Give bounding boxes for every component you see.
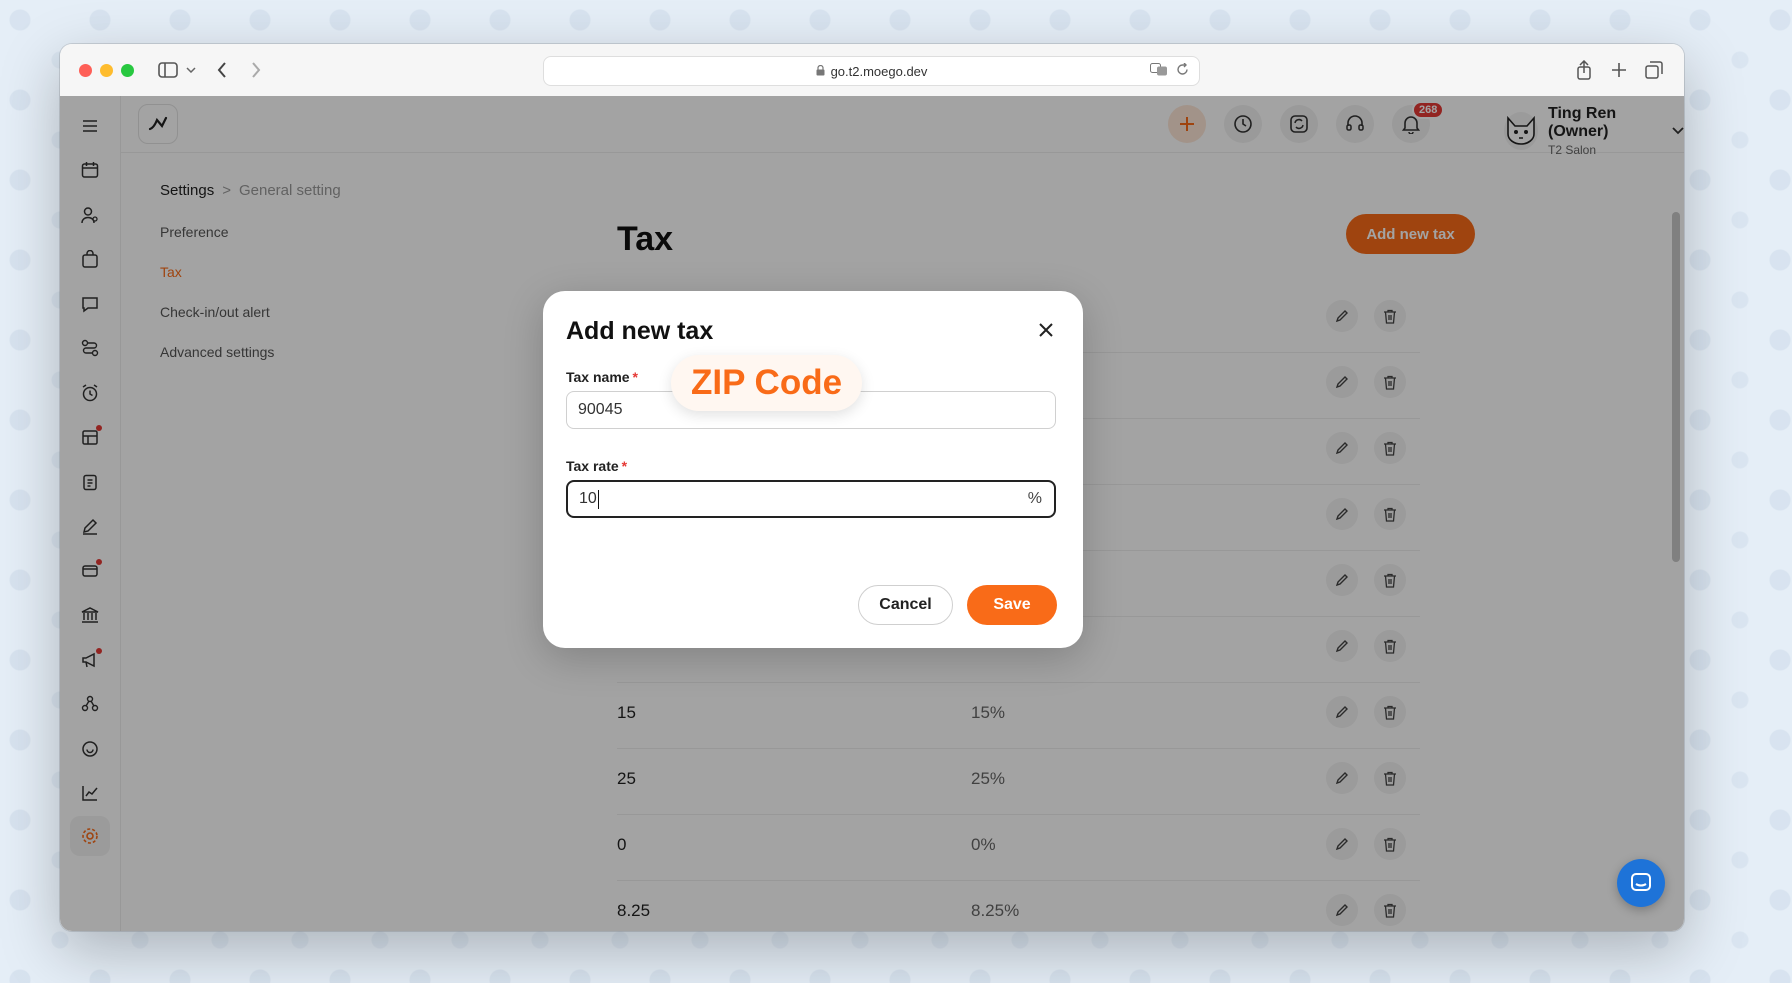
tax-name-label: Tax name *: [566, 369, 638, 385]
tax-rate-label-text: Tax rate: [566, 458, 619, 474]
zip-code-annotation: ZIP Code: [671, 355, 863, 411]
text-cursor: [597, 489, 600, 509]
percent-suffix: %: [1027, 490, 1042, 507]
close-icon[interactable]: [1033, 317, 1059, 343]
minimize-window-button[interactable]: [100, 64, 113, 77]
tax-rate-value: 10: [579, 490, 597, 507]
chat-support-button[interactable]: [1617, 859, 1665, 907]
back-arrow-icon[interactable]: [212, 58, 232, 82]
lock-icon: [816, 64, 825, 79]
share-icon[interactable]: [1574, 58, 1594, 82]
close-window-button[interactable]: [79, 64, 92, 77]
browser-toolbar: go.t2.moego.dev: [60, 44, 1684, 97]
translate-icon[interactable]: [1150, 63, 1168, 79]
required-mark: *: [621, 458, 628, 474]
tab-overview-icon[interactable]: [1644, 58, 1664, 82]
chat-icon: [1631, 873, 1651, 891]
address-bar[interactable]: go.t2.moego.dev: [543, 56, 1200, 86]
chevron-down-icon[interactable]: [184, 58, 198, 82]
new-tab-icon[interactable]: [1609, 58, 1629, 82]
add-new-tax-dialog: Add new tax Tax name * 90045 Tax rate * 10…: [543, 291, 1083, 648]
url-text: go.t2.moego.dev: [830, 63, 928, 79]
tax-rate-input[interactable]: 10 %: [566, 480, 1056, 518]
cancel-button[interactable]: Cancel: [858, 585, 953, 625]
required-mark: *: [632, 369, 638, 385]
save-button[interactable]: Save: [967, 585, 1057, 625]
tax-name-value: 90045: [578, 401, 623, 418]
reload-icon[interactable]: [1176, 62, 1189, 79]
tax-rate-label: Tax rate *: [566, 458, 627, 474]
sidebar-toggle-icon[interactable]: [155, 58, 181, 82]
tax-name-label-text: Tax name: [566, 369, 630, 385]
maximize-window-button[interactable]: [121, 64, 134, 77]
dialog-title: Add new tax: [566, 317, 714, 345]
forward-arrow-icon[interactable]: [246, 58, 266, 82]
